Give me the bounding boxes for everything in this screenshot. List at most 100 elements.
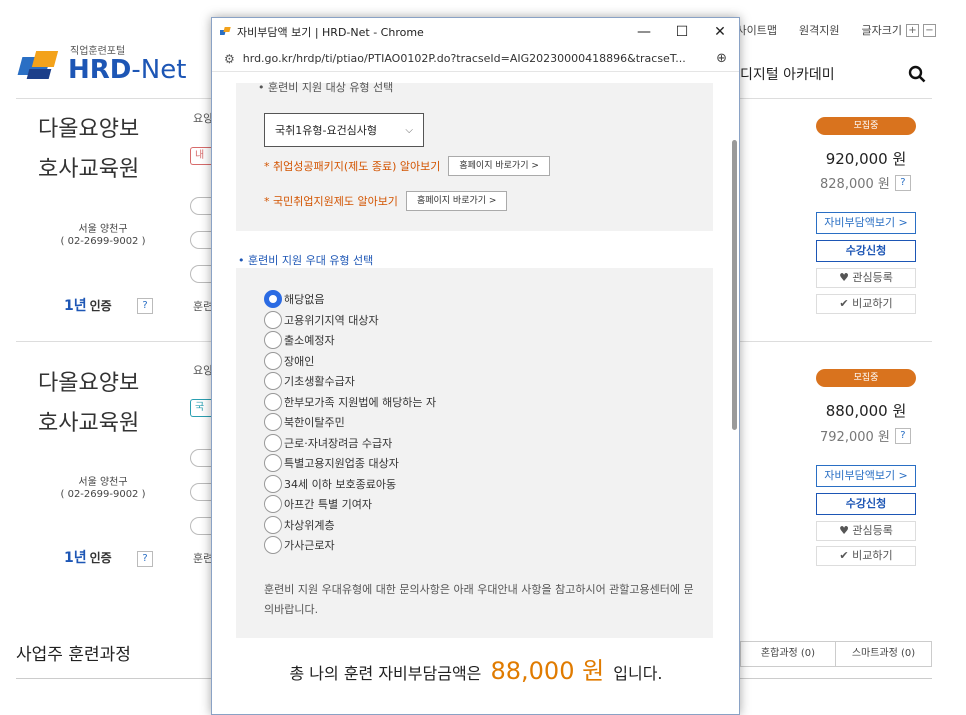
radio-option[interactable]: 한부모가족 지원법에 해당하는 자: [264, 392, 436, 411]
font-plus-button[interactable]: +: [906, 23, 919, 37]
close-button[interactable]: ✕: [701, 18, 739, 46]
chevron-down-icon: ⌵: [405, 124, 413, 136]
radio-selected-icon[interactable]: [264, 290, 282, 308]
compare-button[interactable]: ✔ 비교하기: [816, 546, 916, 566]
favorite-button[interactable]: ♥ 관심등록: [816, 268, 916, 288]
radio-icon[interactable]: [264, 413, 282, 431]
radio-icon[interactable]: [264, 331, 282, 349]
total-self-pay: 총 나의 훈련 자비부담금액은 88,000 원 입니다.: [289, 657, 663, 685]
support-type-heading: • 훈련비 지원 대상 유형 선택: [258, 81, 394, 94]
course-pill-partial: [190, 231, 212, 249]
url-text[interactable]: hrd.go.kr/hrdp/ti/ptiao/PTIAO0102P.do?tr…: [243, 52, 686, 65]
window-title: 자비부담액 보기 | HRD-Net - Chrome: [237, 26, 424, 39]
scrollbar[interactable]: [732, 140, 737, 430]
radio-icon[interactable]: [264, 474, 282, 493]
support-type-select[interactable]: 국취1유형-요건심사형 ⌵: [264, 113, 424, 147]
radio-icon[interactable]: [264, 372, 282, 390]
apply-button[interactable]: 수강신청: [816, 493, 916, 515]
logo-title: HRD-Net: [68, 55, 187, 85]
institution-address: 서울 양천구( 02-2699-9002 ): [60, 224, 146, 247]
hrd-favicon-icon: [220, 27, 231, 35]
radio-label: 특별고용지원업종 대상자: [284, 457, 399, 470]
tab-smart[interactable]: 스마트과정 (0): [836, 641, 932, 667]
radio-option[interactable]: 장애인: [264, 351, 315, 370]
favorite-button[interactable]: ♥ 관심등록: [816, 521, 916, 541]
radio-option[interactable]: 출소예정자: [264, 331, 335, 349]
zoom-icon[interactable]: ⊕: [716, 51, 727, 66]
course-pill-partial: [190, 265, 212, 283]
remote-support-link[interactable]: 원격지원: [799, 22, 839, 38]
radio-option[interactable]: 특별고용지원업종 대상자: [264, 454, 399, 472]
status-badge: 모집중: [816, 117, 916, 135]
digital-academy-menu[interactable]: 디지털 아카데미: [740, 64, 835, 84]
cert-help-icon[interactable]: ?: [137, 551, 153, 567]
certification-badge: 1년 인증: [64, 298, 112, 314]
window-titlebar[interactable]: 자비부담액 보기 | HRD-Net - Chrome — ☐ ✕: [212, 18, 739, 46]
radio-icon[interactable]: [264, 515, 282, 534]
radio-label: 가사근로자: [284, 539, 335, 552]
radio-option[interactable]: 북한이탈주민: [264, 413, 345, 431]
homepage-link-button[interactable]: 홈페이지 바로가기 >: [405, 191, 508, 211]
course-tag-partial: 국: [190, 399, 212, 417]
employer-training-tabs: 혼합과정 (0) 스마트과정 (0): [740, 641, 932, 667]
course-tag-partial: 내: [190, 147, 212, 165]
radio-label: 고용위기지역 대상자: [284, 313, 379, 327]
radio-option[interactable]: 아프간 특별 기여자: [264, 495, 372, 513]
institution-address: 서울 양천구( 02-2699-9002 ): [60, 477, 146, 500]
status-badge: 모집중: [816, 369, 916, 387]
support-type-box: • 훈련비 지원 대상 유형 선택 국취1유형-요건심사형 ⌵ * 취업성공패키…: [236, 81, 713, 231]
help-text: 훈련비 지원 우대유형에 대한 문의사항은 아래 우대안내 사항을 참고하시어 …: [264, 583, 694, 616]
institution-name[interactable]: 다올요양보 호사교육원: [38, 364, 188, 444]
radio-label: 기초생활수급자: [284, 375, 355, 388]
preference-type-box: 해당없음고용위기지역 대상자출소예정자장애인기초생활수급자한부모가족 지원법에 …: [236, 268, 713, 638]
radio-icon[interactable]: [264, 454, 282, 472]
radio-label: 해당없음: [284, 293, 325, 306]
radio-label: 장애인: [284, 354, 315, 368]
radio-label: 근로·자녀장려금 수급자: [284, 436, 393, 450]
radio-icon[interactable]: [264, 495, 282, 513]
self-pay-popup-window: 자비부담액 보기 | HRD-Net - Chrome — ☐ ✕ ⚙ hrd.…: [211, 17, 740, 715]
radio-icon[interactable]: [264, 310, 282, 329]
self-pay-view-button[interactable]: 자비부담액보기 >: [816, 465, 916, 487]
radio-icon[interactable]: [264, 351, 282, 370]
notice-national: * 국민취업지원제도 알아보기 홈페이지 바로가기 >: [264, 191, 508, 211]
search-icon[interactable]: [908, 65, 926, 83]
institution-name[interactable]: 다올요양보 호사교육원: [38, 110, 188, 190]
discount-price: 792,000 원?: [820, 426, 911, 445]
price-help-icon[interactable]: ?: [894, 427, 911, 444]
top-nav: 사이트맵 원격지원 글자크기 + −: [737, 22, 936, 38]
radio-icon[interactable]: [264, 433, 282, 452]
radio-option[interactable]: 해당없음: [264, 290, 324, 308]
font-minus-button[interactable]: −: [923, 23, 936, 37]
self-pay-view-button[interactable]: 자비부담액보기 >: [816, 212, 916, 234]
radio-label: 북한이탈주민: [284, 416, 345, 429]
address-bar[interactable]: ⚙ hrd.go.kr/hrdp/ti/ptiao/PTIAO0102P.do?…: [212, 46, 739, 72]
compare-button[interactable]: ✔ 비교하기: [816, 294, 916, 314]
radio-option[interactable]: 기초생활수급자: [264, 372, 355, 390]
homepage-link-button[interactable]: 홈페이지 바로가기 >: [448, 156, 550, 176]
radio-option[interactable]: 근로·자녀장려금 수급자: [264, 433, 393, 452]
employer-training-heading: 사업주 훈련과정: [16, 645, 131, 665]
maximize-button[interactable]: ☐: [663, 18, 701, 46]
course-pill-partial: [190, 483, 212, 501]
radio-option[interactable]: 차상위계층: [264, 515, 335, 534]
radio-icon[interactable]: [264, 392, 282, 411]
total-amount: 88,000 원: [490, 657, 605, 685]
apply-button[interactable]: 수강신청: [816, 240, 916, 262]
course-price: 920,000 원: [825, 150, 907, 168]
course-price: 880,000 원: [825, 402, 907, 420]
course-pill-partial: [190, 517, 212, 535]
radio-icon[interactable]: [264, 536, 282, 554]
price-help-icon[interactable]: ?: [894, 174, 911, 191]
hrd-net-logo[interactable]: 직업훈련포털 HRD-Net: [17, 42, 187, 85]
radio-option[interactable]: 고용위기지역 대상자: [264, 310, 379, 329]
tab-blended[interactable]: 혼합과정 (0): [740, 641, 836, 667]
sitemap-link[interactable]: 사이트맵: [737, 22, 777, 38]
radio-option[interactable]: 가사근로자: [264, 536, 335, 554]
site-settings-icon[interactable]: ⚙: [224, 52, 235, 66]
course-pill-partial: [190, 449, 212, 467]
minimize-button[interactable]: —: [625, 18, 663, 46]
cert-help-icon[interactable]: ?: [137, 298, 153, 314]
radio-option[interactable]: 34세 이하 보호종료아동: [264, 474, 396, 493]
course-pill-partial: [190, 197, 212, 215]
